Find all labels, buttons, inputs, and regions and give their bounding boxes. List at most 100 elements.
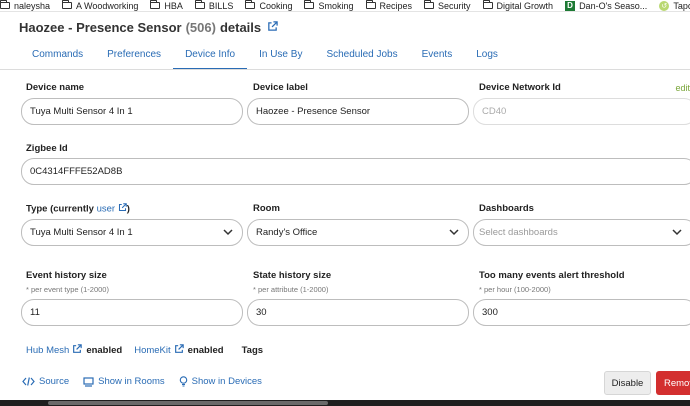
external-link-icon[interactable] bbox=[174, 344, 184, 357]
tapco-favicon-icon: ↺ bbox=[659, 0, 670, 11]
folder-icon bbox=[304, 0, 315, 9]
show-in-rooms-link[interactable]: Show in Rooms bbox=[83, 376, 165, 387]
bookmark-hba[interactable]: HBA bbox=[150, 0, 183, 11]
horizontal-scrollbar[interactable] bbox=[0, 400, 690, 406]
tab-preferences[interactable]: Preferences bbox=[95, 44, 173, 70]
show-in-devices-link[interactable]: Show in Devices bbox=[179, 376, 262, 387]
bookmark-label: Cooking bbox=[259, 0, 293, 11]
network-id-label: Device Network Id bbox=[479, 82, 561, 93]
lightbulb-icon bbox=[179, 376, 187, 387]
external-link-icon[interactable] bbox=[267, 20, 278, 35]
bookmark-dano[interactable]: D Dan-O's Seaso... bbox=[565, 0, 648, 11]
scrollbar-thumb[interactable] bbox=[48, 401, 328, 405]
homekit-link[interactable]: HomeKit bbox=[134, 345, 170, 356]
tab-in-use-by[interactable]: In Use By bbox=[247, 44, 314, 70]
type-label-text: Type (currently bbox=[26, 203, 94, 215]
bookmark-label: naleysha bbox=[14, 0, 51, 11]
device-label-label: Device label bbox=[253, 82, 308, 93]
code-icon bbox=[22, 377, 35, 386]
event-history-field[interactable]: 11 bbox=[21, 299, 243, 326]
bookmark-recipes[interactable]: Recipes bbox=[365, 0, 413, 11]
bookmark-smoking[interactable]: Smoking bbox=[304, 0, 354, 11]
bookmark-label: BILLS bbox=[208, 0, 234, 11]
bookmark-cooking[interactable]: Cooking bbox=[245, 0, 293, 11]
folder-icon bbox=[245, 0, 256, 9]
bookmark-label: HBA bbox=[164, 0, 183, 11]
alert-threshold-label: Too many events alert threshold bbox=[479, 270, 625, 281]
source-label: Source bbox=[39, 376, 70, 387]
tab-bar: Commands Preferences Device Info In Use … bbox=[20, 44, 510, 70]
bookmarks-bar: naleysha A Woodworking HBA BILLS Cooking… bbox=[0, 0, 690, 12]
state-history-field[interactable]: 30 bbox=[247, 299, 469, 326]
device-label-field[interactable]: Haozee - Presence Sensor bbox=[247, 98, 469, 125]
device-id: (506) bbox=[185, 19, 216, 35]
bookmark-label: Digital Growth bbox=[496, 0, 554, 11]
tab-scheduled-jobs[interactable]: Scheduled Jobs bbox=[314, 44, 409, 70]
state-history-label: State history size bbox=[253, 270, 332, 281]
page-title: Haozee - Presence Sensor (506) details bbox=[19, 18, 278, 36]
external-link-icon[interactable] bbox=[118, 203, 127, 215]
hub-mesh-status: enabled bbox=[86, 345, 123, 356]
state-history-hint: * per attribute (1-2000) bbox=[253, 285, 329, 294]
edit-link[interactable]: edit bbox=[675, 83, 690, 93]
bookmark-label: Dan-O's Seaso... bbox=[579, 0, 648, 11]
rooms-icon bbox=[83, 376, 94, 387]
type-label: Type (currently user ) bbox=[26, 203, 130, 215]
disable-button[interactable]: Disable bbox=[604, 371, 651, 395]
bookmark-woodworking[interactable]: A Woodworking bbox=[62, 0, 139, 11]
tab-events[interactable]: Events bbox=[410, 44, 465, 70]
tab-commands[interactable]: Commands bbox=[20, 44, 95, 70]
folder-icon bbox=[424, 0, 435, 9]
device-name-value: Tuya Multi Sensor 4 In 1 bbox=[30, 106, 133, 117]
chevron-down-icon bbox=[223, 229, 233, 236]
show-in-rooms-label: Show in Rooms bbox=[98, 376, 165, 387]
bookmark-label: Security bbox=[438, 0, 471, 11]
tabs-divider bbox=[0, 69, 690, 70]
bookmark-label: Tapco Matter D... bbox=[673, 0, 690, 11]
bookmark-label: Recipes bbox=[379, 0, 413, 11]
tab-device-info[interactable]: Device Info bbox=[173, 44, 248, 70]
type-user-link[interactable]: user bbox=[97, 204, 115, 215]
room-label: Room bbox=[253, 203, 280, 214]
dashboards-select[interactable]: Select dashboards bbox=[473, 219, 690, 246]
network-id-field: CD40 bbox=[473, 98, 690, 125]
bookmark-label: Smoking bbox=[318, 0, 354, 11]
event-history-value: 11 bbox=[30, 307, 40, 318]
alert-threshold-field[interactable]: 300 bbox=[473, 299, 690, 326]
zigbee-id-label: Zigbee Id bbox=[26, 143, 68, 154]
device-label-value: Haozee - Presence Sensor bbox=[256, 106, 371, 117]
external-link-icon[interactable] bbox=[72, 344, 83, 357]
homekit-status: enabled bbox=[187, 345, 224, 356]
chevron-down-icon bbox=[672, 229, 682, 236]
bookmark-label: A Woodworking bbox=[76, 0, 139, 11]
zigbee-id-field[interactable]: 0C4314FFFE52AD8B bbox=[21, 158, 690, 185]
bookmark-digital-growth[interactable]: Digital Growth bbox=[482, 0, 554, 11]
zigbee-id-value: 0C4314FFFE52AD8B bbox=[30, 166, 123, 177]
device-name-label: Device name bbox=[26, 82, 85, 93]
folder-icon bbox=[150, 0, 161, 9]
event-history-hint: * per event type (1-2000) bbox=[26, 285, 109, 294]
source-link[interactable]: Source bbox=[22, 376, 69, 387]
folder-icon bbox=[365, 0, 376, 9]
room-value: Randy's Office bbox=[256, 227, 318, 238]
bookmark-naleysha[interactable]: naleysha bbox=[0, 0, 51, 11]
device-name-field[interactable]: Tuya Multi Sensor 4 In 1 bbox=[21, 98, 243, 125]
type-select[interactable]: Tuya Multi Sensor 4 In 1 bbox=[21, 219, 243, 246]
remove-button[interactable]: Remove bbox=[656, 371, 690, 395]
dano-favicon-icon: D bbox=[565, 0, 576, 11]
integrations-row: Hub Mesh enabled HomeKit enabled Tags bbox=[26, 344, 263, 357]
tab-logs[interactable]: Logs bbox=[464, 44, 510, 70]
event-history-label: Event history size bbox=[26, 270, 107, 281]
network-id-value: CD40 bbox=[482, 106, 507, 117]
state-history-value: 30 bbox=[256, 307, 267, 318]
actions-row: Source Show in Rooms Show in Devices bbox=[22, 376, 276, 387]
hub-mesh-link[interactable]: Hub Mesh bbox=[26, 345, 69, 356]
bookmark-security[interactable]: Security bbox=[424, 0, 471, 11]
room-select[interactable]: Randy's Office bbox=[247, 219, 469, 246]
folder-icon bbox=[62, 0, 73, 9]
dashboards-placeholder: Select dashboards bbox=[479, 227, 558, 238]
type-label-close: ) bbox=[126, 203, 130, 215]
dashboards-label: Dashboards bbox=[479, 203, 534, 214]
bookmark-tapco[interactable]: ↺Tapco Matter D... bbox=[659, 0, 690, 11]
bookmark-bills[interactable]: BILLS bbox=[194, 0, 234, 11]
